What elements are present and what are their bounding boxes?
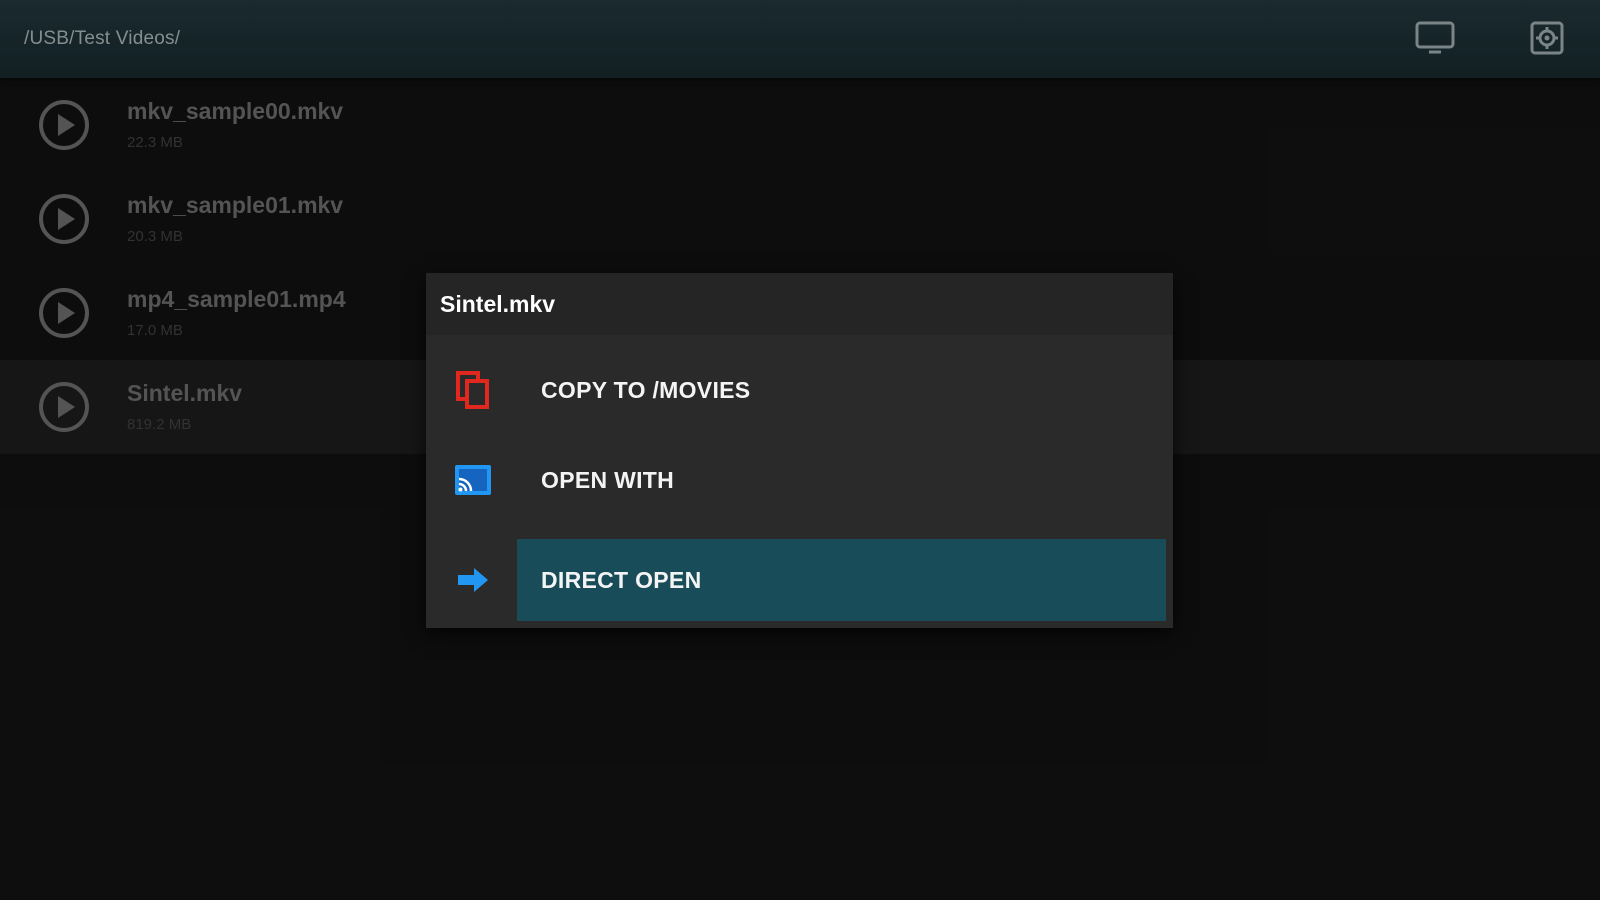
dialog-title: Sintel.mkv <box>426 273 1173 335</box>
file-browser-app: /USB/Test Videos/ mkv_sample00.mkv 22.3 … <box>0 0 1600 900</box>
direct-open-option[interactable]: DIRECT OPEN <box>426 539 1173 621</box>
copy-icon <box>452 369 494 411</box>
copy-to-movies-option[interactable]: COPY TO /MOVIES <box>426 349 1173 431</box>
cast-icon <box>452 459 494 501</box>
file-action-dialog: Sintel.mkv COPY TO /MOVIES OPEN WITH DIR… <box>426 273 1173 628</box>
menu-item-label: COPY TO /MOVIES <box>541 377 751 403</box>
menu-item-label: OPEN WITH <box>541 467 675 493</box>
open-with-option[interactable]: OPEN WITH <box>426 439 1173 521</box>
arrow-right-icon <box>452 559 494 601</box>
menu-item-label: DIRECT OPEN <box>541 567 702 593</box>
